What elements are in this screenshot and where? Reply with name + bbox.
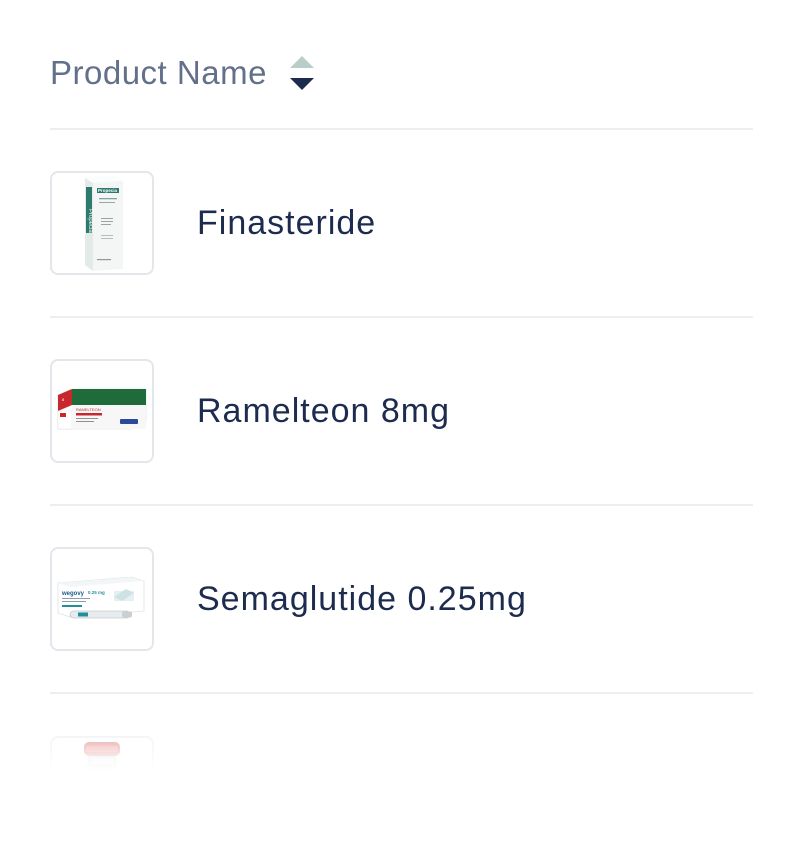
product-image-propecia: Propecia Propecia bbox=[50, 171, 154, 275]
svg-text:Propecia: Propecia bbox=[98, 188, 118, 193]
table-row-faded: Semorelin 3mg / ml bbox=[50, 694, 753, 804]
svg-text:wegovy: wegovy bbox=[61, 591, 85, 597]
column-header-product-name[interactable]: Product Name bbox=[50, 0, 753, 130]
product-name: Semorelin 3mg / ml bbox=[197, 771, 508, 804]
product-name: Semaglutide 0.25mg bbox=[197, 579, 527, 618]
product-name: Finasteride bbox=[197, 203, 377, 242]
column-header-label: Product Name bbox=[50, 54, 267, 91]
table-row[interactable]: Semorelin 3mg / ml bbox=[50, 694, 753, 804]
product-image-wegovy: wegovy 0.25 mg bbox=[50, 547, 154, 651]
sort-descending-arrow-icon bbox=[289, 78, 314, 90]
svg-text:0.25 mg: 0.25 mg bbox=[88, 590, 105, 595]
sort-ascending-arrow-icon bbox=[289, 56, 314, 68]
product-image-vial bbox=[50, 736, 154, 804]
product-image-ramelteon: RAMELTEON 8 bbox=[50, 359, 154, 463]
svg-text:RAMELTEON: RAMELTEON bbox=[76, 407, 101, 412]
sort-icon[interactable] bbox=[289, 53, 315, 93]
product-table: Product Name Propecia Propecia Finasteri… bbox=[50, 0, 753, 804]
table-row[interactable]: wegovy 0.25 mg Semaglutide 0.25mg bbox=[50, 506, 753, 694]
table-row[interactable]: RAMELTEON 8 Ramelteon 8mg bbox=[50, 318, 753, 506]
product-name: Ramelteon 8mg bbox=[197, 391, 451, 430]
table-row[interactable]: Propecia Propecia Finasteride bbox=[50, 130, 753, 318]
svg-text:Propecia: Propecia bbox=[87, 209, 93, 233]
